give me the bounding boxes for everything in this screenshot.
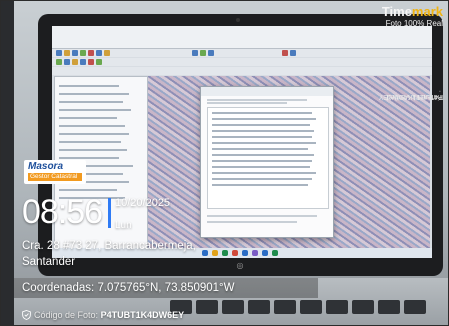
webcam — [236, 18, 240, 22]
company-logo: Masora Gestor Catastral — [24, 160, 86, 184]
keyboard-key — [248, 300, 270, 314]
dialog-titlebar — [201, 87, 333, 96]
vertical-verification-code: P4TUBT1K4DW6EY · Timemark Verified — [378, 90, 443, 100]
app-toolbar-row — [52, 67, 432, 75]
keyboard-key — [300, 300, 322, 314]
capture-coordinates: Coordenadas: 7.075765°N, 73.850901°W — [22, 282, 235, 294]
company-name: Masora — [28, 161, 64, 172]
brand-name: Timemark — [382, 5, 443, 19]
dialog-list — [207, 107, 329, 209]
keyboard-key — [352, 300, 374, 314]
photo-left-edge — [0, 0, 14, 326]
keyboard-key — [326, 300, 348, 314]
capture-date: 10/20/2025 — [115, 197, 171, 209]
photo-code-label: Código de Foto: — [34, 310, 99, 320]
address-line-1: Cra. 28 #73 27, Barrancabermeja, — [22, 240, 196, 252]
capture-time: 08:56 — [22, 193, 103, 231]
keyboard-key — [274, 300, 296, 314]
keyboard-key — [196, 300, 218, 314]
keyboard-key — [222, 300, 244, 314]
app-menubar — [52, 26, 432, 49]
keyboard-key — [378, 300, 400, 314]
photo-code-row: Código de Foto: P4TUBT1K4DW6EY — [34, 310, 184, 321]
time-divider — [108, 198, 111, 228]
brand-name-prefix: Time — [381, 4, 412, 19]
photo-code-value: P4TUBT1K4DW6EY — [100, 310, 185, 320]
brand-name-suffix: mark — [411, 4, 443, 19]
timemark-brand: Timemark Foto 100% Real — [382, 5, 443, 29]
keyboard-key — [404, 300, 426, 314]
company-subtitle: Gestor Catastral — [28, 173, 82, 181]
shield-check-icon — [22, 310, 31, 320]
capture-weekday: Lun — [115, 220, 132, 231]
dialog-window — [200, 86, 334, 238]
app-toolbar-row — [52, 49, 432, 57]
capture-address: Cra. 28 #73 27, Barrancabermeja, Santand… — [22, 238, 282, 270]
brand-tagline: Foto 100% Real — [385, 19, 443, 28]
vertical-code-brand: Timemark Verified — [386, 93, 443, 100]
address-line-2: Santander — [22, 256, 76, 268]
app-toolbar-row — [52, 58, 432, 66]
